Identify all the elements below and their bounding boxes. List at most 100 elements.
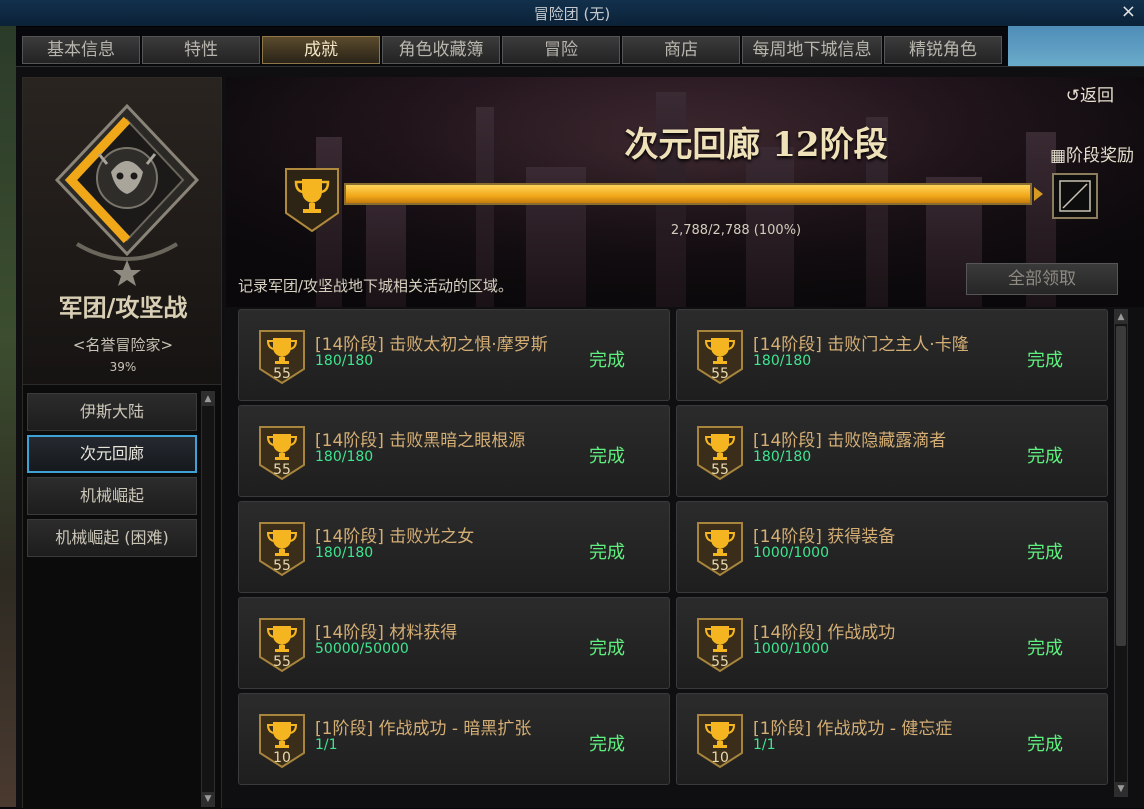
trophy-icon: 55 <box>697 330 743 385</box>
achievement-card[interactable]: 55 [14阶段] 击败太初之惧·摩罗斯 180/180 完成 <box>238 309 670 401</box>
achievement-status: 完成 <box>589 350 625 371</box>
area-item-dimension-corridor[interactable]: 次元回廊 <box>27 435 197 473</box>
rank-title: <名誉冒险家> <box>72 336 174 354</box>
title-bar: 冒险团 (无) × <box>0 0 1144 27</box>
achievement-status: 完成 <box>589 542 625 563</box>
achievement-count: 1000/1000 <box>753 641 829 657</box>
achievement-name: [1阶段] 作战成功 - 暗黑扩张 <box>315 719 532 739</box>
achievement-status: 完成 <box>1027 542 1063 563</box>
background-game-left <box>0 26 16 807</box>
achievement-count: 180/180 <box>315 545 374 561</box>
trophy-icon: 55 <box>697 618 743 673</box>
achievement-count: 1000/1000 <box>753 545 829 561</box>
achievement-name: [14阶段] 击败隐藏露滴者 <box>753 431 947 451</box>
category-panel: 军团/攻坚战 <名誉冒险家> 39% 伊斯大陆 次元回廊 机械崛起 机械崛起 (… <box>22 77 222 809</box>
trophy-icon: 10 <box>259 714 305 769</box>
reward-slot[interactable] <box>1052 173 1098 219</box>
achievement-card[interactable]: 55 [14阶段] 击败黑暗之眼根源 180/180 完成 <box>238 405 670 497</box>
trophy-icon: 10 <box>697 714 743 769</box>
achievement-card[interactable]: 55 [14阶段] 击败门之主人·卡隆 180/180 完成 <box>676 309 1108 401</box>
achievement-frame: 军团/攻坚战 <名誉冒险家> 39% 伊斯大陆 次元回廊 机械崛起 机械崛起 (… <box>16 66 1144 809</box>
tab-shop[interactable]: 商店 <box>622 36 740 64</box>
achievement-card[interactable]: 10 [1阶段] 作战成功 - 健忘症 1/1 完成 <box>676 693 1108 785</box>
achievement-count: 1/1 <box>315 737 338 753</box>
achievement-name: [14阶段] 击败黑暗之眼根源 <box>315 431 526 451</box>
area-scrollbar[interactable]: ▲ ▼ <box>201 391 215 807</box>
dungeon-category-title: 军团/攻坚战 <box>58 293 188 322</box>
trophy-icon: 55 <box>697 522 743 577</box>
achievement-count: 180/180 <box>315 353 374 369</box>
achievement-count: 180/180 <box>753 353 812 369</box>
gift-icon: ▦ <box>1049 146 1066 166</box>
area-item-machine-rise[interactable]: 机械崛起 <box>27 477 197 515</box>
rank-percent: 39% <box>109 360 137 374</box>
achievement-status: 完成 <box>589 638 625 659</box>
achievement-card[interactable]: 55 [14阶段] 材料获得 50000/50000 完成 <box>238 597 670 689</box>
achievement-name: [14阶段] 获得装备 <box>753 527 896 547</box>
tab-basic-info[interactable]: 基本信息 <box>22 36 140 64</box>
tab-weekly-dungeon[interactable]: 每周地下城信息 <box>742 36 882 64</box>
achievement-level: 10 <box>273 750 291 766</box>
achievement-card[interactable]: 55 [14阶段] 击败隐藏露滴者 180/180 完成 <box>676 405 1108 497</box>
achievement-card[interactable]: 10 [1阶段] 作战成功 - 暗黑扩张 1/1 完成 <box>238 693 670 785</box>
stage-title: 次元回廊 12阶段 <box>624 125 888 165</box>
achievement-name: [14阶段] 作战成功 <box>753 623 896 643</box>
trophy-icon: 55 <box>259 618 305 673</box>
achievement-level: 55 <box>273 654 291 670</box>
tab-traits[interactable]: 特性 <box>142 36 260 64</box>
achievement-card[interactable]: 55 [14阶段] 获得装备 1000/1000 完成 <box>676 501 1108 593</box>
achievement-name: [14阶段] 材料获得 <box>315 623 458 643</box>
scroll-down-icon[interactable]: ▼ <box>202 792 214 806</box>
achievement-scrollbar[interactable]: ▲ ▼ <box>1114 309 1128 797</box>
scroll-thumb[interactable] <box>1116 326 1126 646</box>
achievement-card[interactable]: 55 [14阶段] 击败光之女 180/180 完成 <box>238 501 670 593</box>
stage-progress-fill <box>346 185 1030 203</box>
tab-character-collection[interactable]: 角色收藏簿 <box>382 36 500 64</box>
achievement-count: 1/1 <box>753 737 776 753</box>
stage-progress-bar <box>344 183 1032 205</box>
area-list: 伊斯大陆 次元回廊 机械崛起 机械崛起 (困难) ▲ ▼ <box>23 384 221 809</box>
achievement-name: [1阶段] 作战成功 - 健忘症 <box>753 719 953 739</box>
stage-description: 记录军团/攻坚战地下城相关活动的区域。 <box>238 277 514 295</box>
area-item-machine-rise-hard[interactable]: 机械崛起 (困难) <box>27 519 197 557</box>
window-title: 冒险团 (无) <box>533 5 611 23</box>
tab-adventure[interactable]: 冒险 <box>502 36 620 64</box>
tab-elite-characters[interactable]: 精锐角色 <box>884 36 1002 64</box>
scroll-up-icon[interactable]: ▲ <box>202 392 214 406</box>
achievement-level: 55 <box>273 366 291 382</box>
achievement-name: [14阶段] 击败门之主人·卡隆 <box>753 335 969 355</box>
back-label: 返回 <box>1080 86 1114 106</box>
scroll-down-icon[interactable]: ▼ <box>1115 782 1127 796</box>
scroll-up-icon[interactable]: ▲ <box>1115 310 1127 324</box>
achievement-status: 完成 <box>1027 446 1063 467</box>
achievement-level: 55 <box>711 462 729 478</box>
locked-reward-icon <box>1059 180 1091 212</box>
achievement-count: 180/180 <box>753 449 812 465</box>
achievement-level: 55 <box>711 366 729 382</box>
achievement-status: 完成 <box>1027 638 1063 659</box>
achievement-content: ↺返回 次元回廊 12阶段 ▦阶段奖励 2,788/2,788 (100%) 记… <box>226 77 1144 808</box>
area-item-isle[interactable]: 伊斯大陆 <box>27 393 197 431</box>
achievement-level: 55 <box>711 654 729 670</box>
achievement-name: [14阶段] 击败光之女 <box>315 527 475 547</box>
achievement-list: 55 [14阶段] 击败太初之惧·摩罗斯 180/180 完成 55 [14阶段… <box>238 309 1110 789</box>
trophy-icon: 55 <box>259 330 305 385</box>
achievement-status: 完成 <box>1027 734 1063 755</box>
return-arrow-icon: ↺ <box>1065 86 1080 106</box>
trophy-icon: 55 <box>259 522 305 577</box>
stage-progress-text: 2,788/2,788 (100%) <box>670 223 802 238</box>
stage-reward-button[interactable]: ▦阶段奖励 <box>1050 141 1134 166</box>
back-button[interactable]: ↺返回 <box>1066 81 1114 106</box>
trophy-icon: 55 <box>697 426 743 481</box>
achievement-card[interactable]: 55 [14阶段] 作战成功 1000/1000 完成 <box>676 597 1108 689</box>
demon-skull-icon <box>54 103 200 286</box>
trophy-icon: 55 <box>259 426 305 481</box>
stage-reward-label: 阶段奖励 <box>1066 146 1134 166</box>
achievement-level: 55 <box>273 462 291 478</box>
close-button[interactable]: × <box>1121 1 1136 22</box>
progress-arrow <box>1034 187 1043 201</box>
tab-achievements[interactable]: 成就 <box>262 36 380 64</box>
achievement-count: 180/180 <box>315 449 374 465</box>
claim-all-button[interactable]: 全部领取 <box>966 263 1118 295</box>
achievement-status: 完成 <box>589 734 625 755</box>
